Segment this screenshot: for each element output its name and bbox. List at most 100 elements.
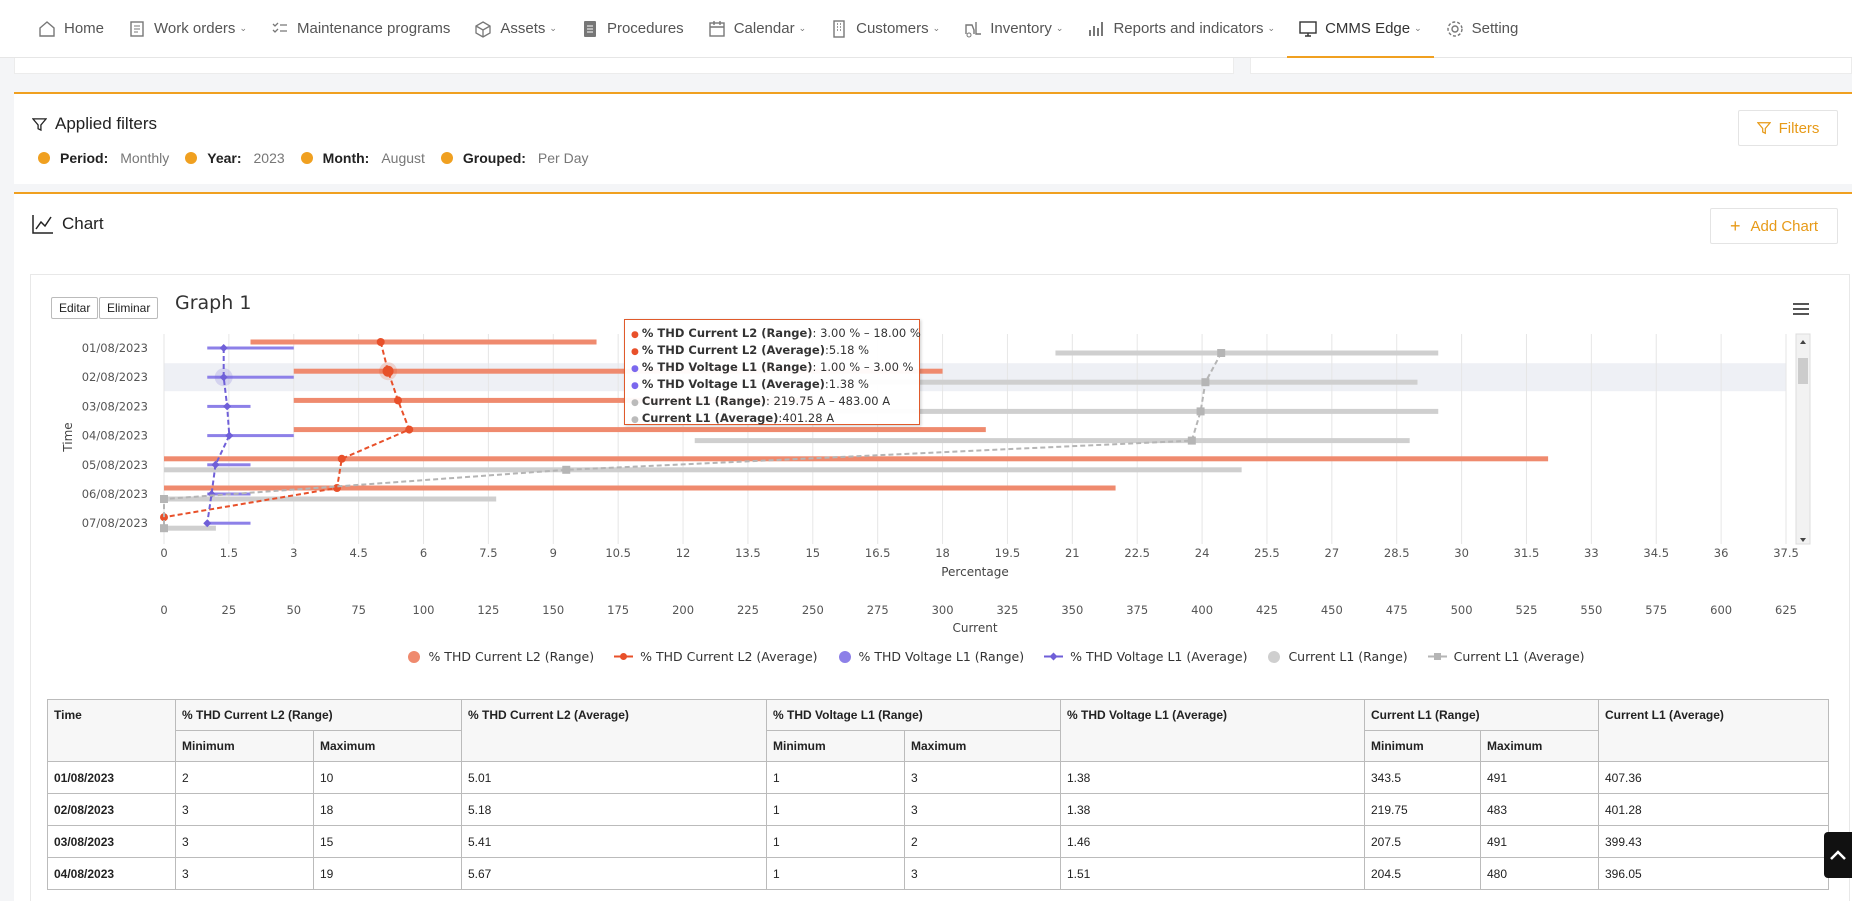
table-row: 02/08/2023 3 18 5.18 1 3 1.38 219.75 483 401.28 [47,793,1829,826]
tooltip-row: ●% THD Voltage L1 (Average):1.38 % [631,377,913,394]
bullet-icon: ● [631,330,639,340]
tooltip-label: % THD Current L2 (Average) [641,343,825,357]
add-chart-button[interactable]: + Add Chart [1710,208,1838,244]
legend-label: % THD Current L2 (Average) [640,649,818,664]
table-cell: 1.38 [1060,793,1365,826]
collapsed-panel-right [1250,58,1852,74]
nav-item-label: Customers [856,20,929,37]
chip-key: Year: [207,150,242,166]
legend-item[interactable]: % THD Current L2 (Average) [614,649,818,664]
table-cell: 1.38 [1060,761,1365,794]
table-cell: 3 [904,857,1061,890]
tooltip-value: : 1.00 % – 3.00 % [812,360,914,374]
filter-chip: Month: August [300,150,425,166]
nav-item-maintenance-programs[interactable]: Maintenance programs [259,0,462,58]
nav-item-inventory[interactable]: Inventory ⌄ [952,0,1075,58]
legend-item[interactable]: % THD Voltage L1 (Range) [838,649,1025,664]
legend-item[interactable]: % THD Voltage L1 (Average) [1044,649,1247,664]
tooltip-value: :5.18 % [824,343,870,357]
chip-value: Monthly [120,150,170,166]
legend-item[interactable]: Current L1 (Average) [1427,649,1585,664]
bullet-icon: ● [631,415,639,425]
table-cell: 5.67 [461,857,767,890]
nav-item-label: CMMS Edge [1325,20,1411,37]
tooltip-value: :1.38 % [824,377,869,391]
legend-label: Current L1 (Range) [1288,649,1408,664]
bullet-icon: ● [631,364,639,374]
chip-dot-icon [440,152,453,164]
legend-symbol-icon [1267,650,1281,664]
chip-value: Per Day [537,150,589,166]
legend-label: % THD Voltage L1 (Range) [858,649,1025,664]
monitor-icon [1299,20,1317,38]
chip-dot-icon [185,152,198,164]
home-icon [38,20,56,38]
legend-item[interactable]: % THD Current L2 (Range) [407,649,594,664]
nav-item-assets[interactable]: Assets ⌄ [462,0,569,58]
table-cell: 204.5 [1364,857,1481,890]
filter-chips: Period: Monthly Year: 2023 Month: August Group… [38,150,605,166]
nav-item-label: Procedures [606,20,684,37]
nav-item-label: Calendar [733,20,795,37]
table-row: 03/08/2023 3 15 5.41 1 2 1.46 207.5 491 399.43 [47,825,1829,858]
tooltip-label: % THD Voltage L1 (Average) [641,377,825,391]
nav-item-home[interactable]: Home [26,0,116,58]
table-cell: 480 [1480,857,1599,890]
nav-item-calendar[interactable]: Calendar ⌄ [696,0,818,58]
tooltip-label: % THD Current L2 (Range) [641,326,813,340]
tooltip-label: Current L1 (Range) [641,394,766,408]
calendar-icon [708,20,726,38]
chart-title-label: Chart [62,214,104,233]
chevron-down-icon: ⌄ [1414,23,1422,33]
funnel-icon [32,117,47,131]
table-cell: 1.46 [1060,825,1365,858]
chart-tooltip: ●% THD Current L2 (Range): 3.00 % – 18.0… [624,319,921,425]
chevron-down-icon: ⌄ [1055,23,1064,33]
filter-chip: Grouped: Per Day [440,150,589,166]
chip-dot-icon [300,152,313,164]
bullet-icon: ● [631,381,639,391]
delete-button[interactable]: Eliminar [99,297,159,319]
nav-item-reports-and-indicators[interactable]: Reports and indicators ⌄ [1075,0,1287,58]
table-cell: 15 [313,825,462,858]
edit-button[interactable]: Editar [51,297,99,319]
chevron-down-icon: ⌄ [239,23,247,33]
col-min: Minimum [1364,730,1481,762]
legend-label: % THD Voltage L1 (Average) [1070,649,1248,664]
nav-item-work-orders[interactable]: Work orders ⌄ [116,0,259,58]
tooltip-value: : 219.75 A – 483.00 A [766,394,891,408]
nav-item-label: Work orders [154,20,236,37]
tooltip-row: ● Current L1 (Range): 219.75 A – 483.00 A [631,394,913,411]
table-cell: 396.05 [1598,857,1829,890]
legend-label: % THD Current L2 (Range) [428,649,595,664]
legend-symbol-icon [1044,650,1064,663]
bar-chart-icon [1087,20,1105,38]
scroll-to-top-button[interactable] [1824,832,1852,878]
nav-item-setting[interactable]: Setting [1434,0,1531,58]
applied-filters-panel: Applied filters Period: Monthly Year: 2023 M… [14,92,1852,184]
col-time: Time [47,699,176,762]
legend-label: Current L1 (Average) [1453,649,1585,664]
legend-symbol-icon [614,650,634,663]
table-row: 01/08/2023 2 10 5.01 1 3 1.38 343.5 491 407.36 [47,761,1829,794]
gear-icon [1446,20,1464,38]
col-max: Maximum [1480,730,1599,762]
nav-item-label: Assets [500,20,546,37]
tooltip-label: % THD Voltage L1 (Range) [641,360,813,374]
building-icon [830,19,848,38]
chart-menu-icon[interactable] [1793,303,1809,315]
table-cell: 343.5 [1364,761,1481,794]
chip-key: Grouped: [462,150,526,166]
nav-item-cmms-edge[interactable]: CMMS Edge ⌄ [1287,0,1434,58]
table-cell: 3 [904,793,1061,826]
filters-button[interactable]: Filters [1738,110,1838,146]
chip-dot-icon [38,152,50,164]
nav-item-label: Inventory [990,20,1052,37]
nav-item-procedures[interactable]: Procedures [569,0,696,58]
legend-item[interactable]: Current L1 (Range) [1267,649,1408,664]
funnel-icon [1756,122,1771,135]
table-cell: 483 [1480,793,1599,826]
clipboard-icon [128,20,146,38]
col-thd-voltage-l1-average: % THD Voltage L1 (Average) [1060,699,1365,762]
nav-item-customers[interactable]: Customers ⌄ [818,0,952,58]
